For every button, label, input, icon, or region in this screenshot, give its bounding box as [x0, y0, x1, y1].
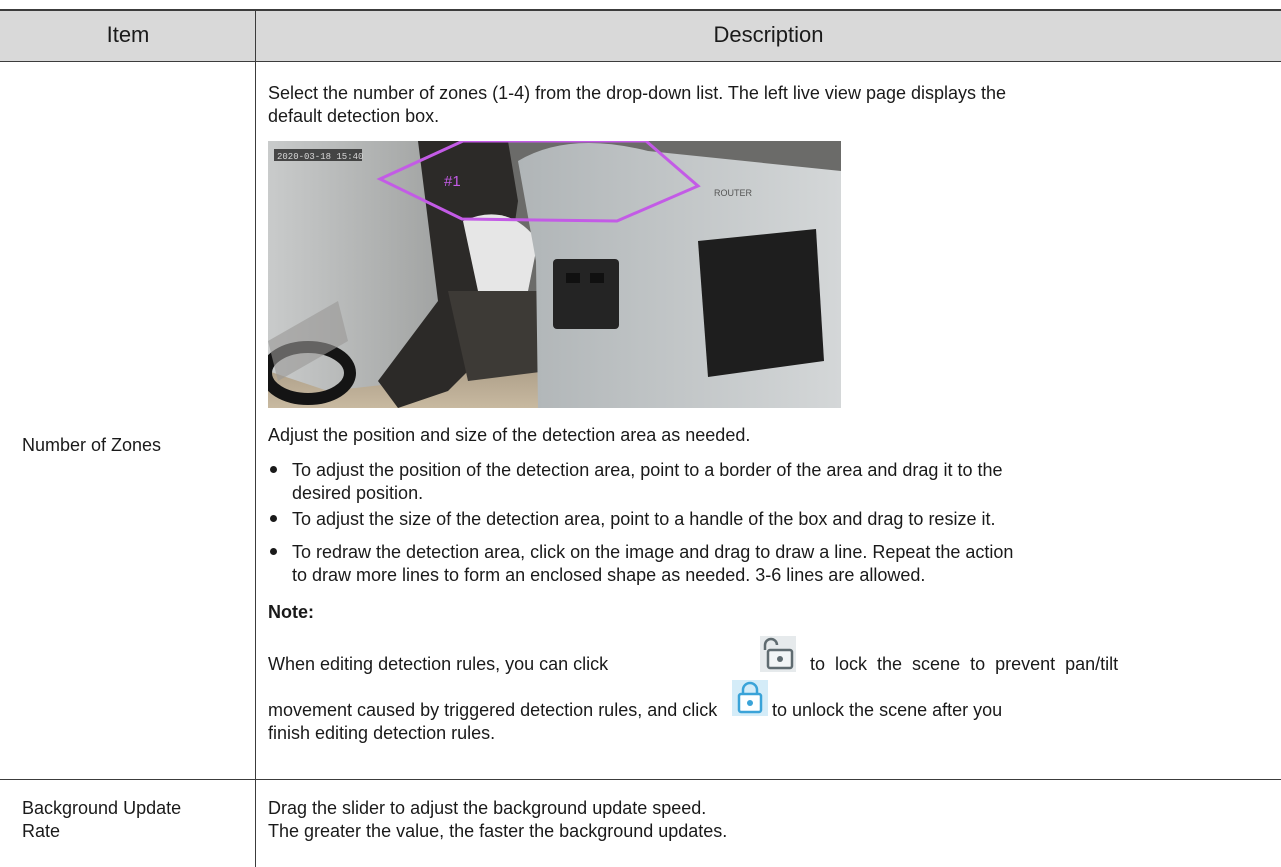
row-description-line-1: Drag the slider to adjust the background… [268, 798, 707, 818]
table-top-border [0, 9, 1281, 11]
zone-label: #1 [444, 173, 461, 190]
bullet-2-line-1: To adjust the size of the detection area… [292, 509, 996, 529]
bullet-3-line-1: To redraw the detection area, click on t… [292, 542, 1014, 562]
locked-padlock-icon[interactable] [732, 680, 768, 716]
intro-line-2: default detection box. [268, 106, 440, 126]
bullet-dot [270, 515, 277, 522]
header-bottom-border [0, 61, 1281, 62]
note-text-d: to unlock the scene after you [772, 700, 1003, 720]
timestamp-overlay: 2020-03-18 15:40 [277, 152, 363, 162]
bullet-dot [270, 466, 277, 473]
note-title: Note: [268, 602, 314, 622]
note-text-b: to lock the scene to prevent pan/tilt [810, 654, 1119, 674]
header-description: Description [713, 22, 824, 47]
row-divider-1 [0, 779, 1281, 780]
row-item-background-update-line-1: Background Update [22, 798, 182, 818]
bullet-3-line-2: to draw more lines to form an enclosed s… [292, 565, 926, 585]
parameter-table: Item Description Number of Zones Select … [0, 0, 1281, 867]
bullet-1-line-1: To adjust the position of the detection … [292, 460, 1003, 480]
bullet-dot [270, 548, 277, 555]
live-view-image: #1 2020-03-18 15:40 ROUTER [268, 141, 841, 408]
header-item: Item [106, 22, 150, 47]
device-label: ROUTER [714, 188, 753, 198]
intro-line-1: Select the number of zones (1-4) from th… [268, 83, 1007, 103]
note-text-e: finish editing detection rules. [268, 723, 496, 743]
row-description-line-2: The greater the value, the faster the ba… [268, 821, 728, 841]
column-divider [255, 9, 256, 867]
row-item-background-update-line-2: Rate [22, 821, 61, 841]
note-text-c: movement caused by triggered detection r… [268, 700, 718, 720]
bullet-1-line-2: desired position. [292, 483, 424, 503]
unlocked-padlock-icon[interactable] [760, 636, 796, 672]
note-text-a: When editing detection rules, you can cl… [268, 654, 609, 674]
row-item-number-of-zones: Number of Zones [22, 435, 162, 455]
adjust-text: Adjust the position and size of the dete… [268, 425, 751, 445]
